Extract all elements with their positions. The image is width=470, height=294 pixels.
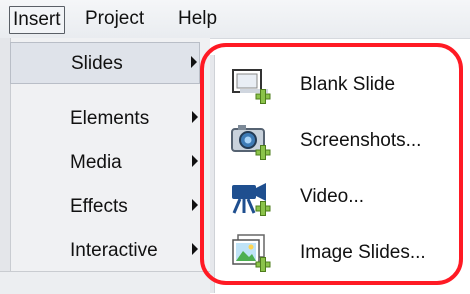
- menu-item-label: Slides: [71, 53, 123, 74]
- menu-item-label: Image Slides...: [300, 242, 426, 263]
- menu-item-label: Elements: [70, 108, 150, 129]
- submenu-arrow-icon: [192, 111, 198, 123]
- video-camera-icon: [230, 177, 272, 217]
- image-slides-icon: [230, 233, 272, 273]
- menu-item-label: Screenshots...: [300, 130, 422, 151]
- menu-item-interactive[interactable]: Interactive: [10, 230, 200, 272]
- slides-flyout-menu: Blank Slide Screenshots... Video... Imag…: [210, 55, 465, 293]
- insert-submenu: Slides Elements Media Effects Interactiv…: [0, 38, 210, 294]
- menu-item-effects[interactable]: Effects: [10, 186, 200, 228]
- menu-item-label: Blank Slide: [300, 74, 396, 95]
- camera-icon: [230, 121, 272, 161]
- submenu-arrow-icon: [191, 56, 197, 68]
- submenu-arrow-icon: [192, 199, 198, 211]
- menu-help[interactable]: Help: [175, 6, 220, 32]
- menu-item-label: Interactive: [70, 240, 158, 261]
- menu-item-label: Video...: [300, 186, 365, 207]
- menu-project[interactable]: Project: [82, 6, 147, 32]
- menu-item-video[interactable]: Video...: [220, 169, 455, 225]
- menu-item-media[interactable]: Media: [10, 142, 200, 184]
- menu-item-screenshots[interactable]: Screenshots...: [220, 113, 455, 169]
- blank-slide-icon: [230, 65, 272, 105]
- submenu-arrow-icon: [192, 243, 198, 255]
- submenu-arrow-icon: [192, 155, 198, 167]
- menu-item-slides[interactable]: Slides: [10, 42, 200, 84]
- menu-item-blank-slide[interactable]: Blank Slide: [220, 57, 455, 113]
- menu-item-elements[interactable]: Elements: [10, 98, 200, 140]
- menu-insert[interactable]: Insert: [9, 6, 65, 34]
- menu-bottom-strip: [0, 271, 210, 294]
- menu-item-label: Media: [70, 152, 122, 173]
- menu-bar: Insert Project Help: [0, 0, 470, 39]
- menu-item-label: Effects: [70, 196, 128, 217]
- flyout-gutter: [210, 55, 215, 293]
- menu-item-image-slides[interactable]: Image Slides...: [220, 225, 455, 281]
